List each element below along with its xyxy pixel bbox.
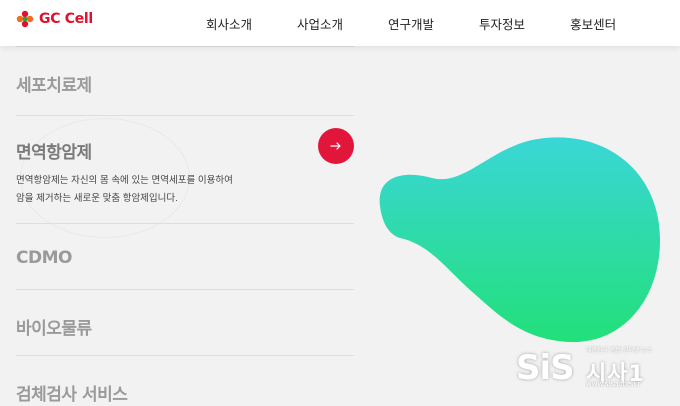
nav-investor[interactable]: 투자정보	[479, 14, 525, 33]
nav-research[interactable]: 연구개발	[388, 14, 434, 33]
nav-business[interactable]: 사업소개	[297, 14, 343, 33]
list-item-label: CDMO	[16, 248, 72, 268]
list-item-specimen-testing[interactable]: 검체검사 서비스	[16, 356, 354, 406]
watermark-tagline: 대한민국 종합 인터넷 뉴스	[586, 347, 653, 354]
description-line: 암을 제거하는 새로운 맞춤 항암제입니다.	[16, 193, 178, 204]
sisa1-watermark: SiS 대한민국 종합 인터넷 뉴스 시사1 www.sisaone.kr	[516, 342, 680, 392]
gc-cross-icon	[16, 10, 34, 28]
list-item-immuno-oncology[interactable]: 면역항암제 면역항암제는 자신의 몸 속에 있는 면역세포를 이용하여 암을 제…	[16, 116, 354, 224]
list-item-label: 면역항암제	[16, 143, 92, 163]
list-item-cdmo[interactable]: CDMO	[16, 224, 354, 290]
description-line: 면역항암제는 자신의 몸 속에 있는 면역세포를 이용하여	[16, 175, 233, 186]
list-item-label: 검체검사 서비스	[16, 385, 128, 405]
list-item-cell-therapy[interactable]: 세포치료제	[16, 46, 354, 116]
watermark-logo: SiS	[516, 348, 575, 388]
business-list: 세포치료제 면역항암제 면역항암제는 자신의 몸 속에 있는 면역세포를 이용하…	[16, 46, 354, 406]
list-item-description: 면역항암제는 자신의 몸 속에 있는 면역세포를 이용하여 암을 제거하는 새로…	[16, 172, 246, 208]
list-item-label: 바이오물류	[16, 319, 92, 339]
list-item-bio-logistics[interactable]: 바이오물류	[16, 290, 354, 356]
gc-cell-logo[interactable]: GC Cell	[16, 9, 93, 29]
detail-arrow-button[interactable]	[318, 128, 354, 164]
watermark-url: www.sisaone.kr	[586, 380, 641, 388]
main-nav: 회사소개 사업소개 연구개발 투자정보 홍보센터	[190, 0, 661, 46]
list-item-label: 세포치료제	[16, 76, 92, 96]
nav-pr-center[interactable]: 홍보센터	[570, 14, 616, 33]
site-header: GC Cell 회사소개 사업소개 연구개발 투자정보 홍보센터	[0, 0, 680, 46]
arrow-right-icon	[330, 142, 341, 150]
nav-company[interactable]: 회사소개	[206, 14, 252, 33]
logo-wordmark: GC Cell	[39, 11, 93, 27]
